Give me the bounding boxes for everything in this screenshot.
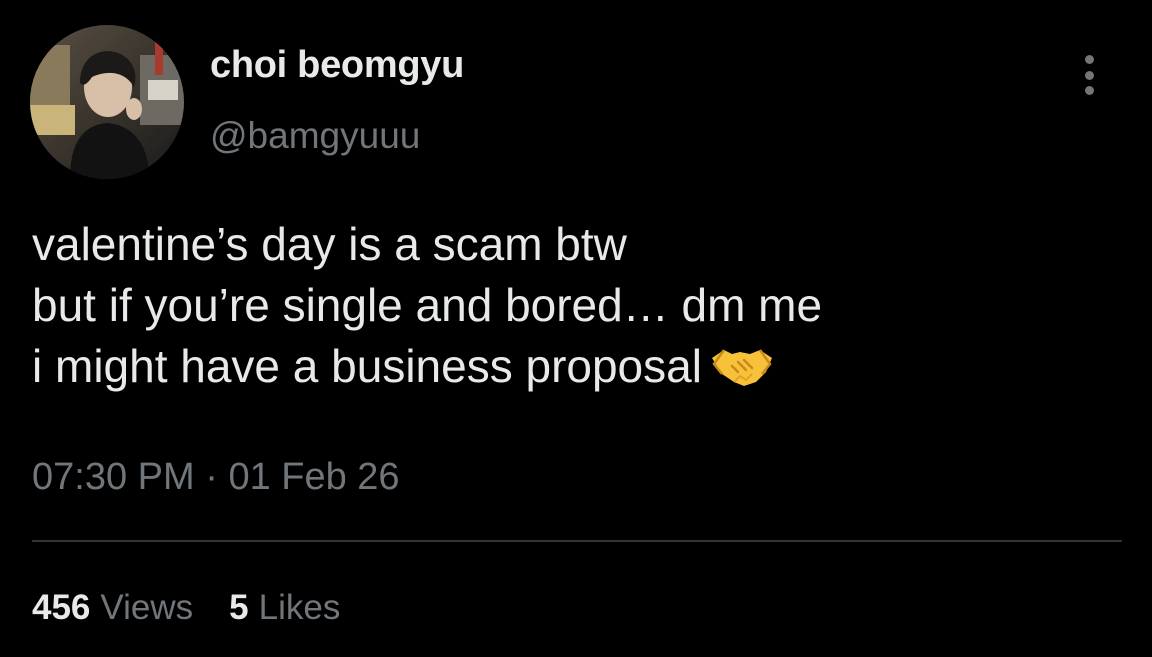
tweet-line: but if you’re single and bored… dm me — [32, 279, 823, 331]
more-vertical-icon-dot — [1084, 86, 1094, 95]
tweet-line: valentine’s day is a scam btw — [32, 218, 627, 270]
tweet-date: 01 Feb 26 — [228, 456, 400, 498]
views-count: 456 — [32, 588, 91, 627]
more-options-button[interactable] — [1072, 55, 1106, 95]
avatar[interactable] — [30, 25, 184, 179]
user-handle[interactable]: @bamgyuuu — [210, 115, 420, 157]
tweet-detail: choi beomgyu @bamgyuuu valentine’s day i… — [0, 0, 1152, 657]
handshake-icon — [711, 349, 772, 386]
more-vertical-icon-dot — [1084, 70, 1094, 80]
tweet-line-with-emoji: i might have a business proposal — [32, 336, 822, 397]
tweet-line: i might have a business proposal — [32, 340, 702, 392]
divider — [32, 540, 1122, 542]
tweet-text: valentine’s day is a scam btw but if you… — [32, 214, 822, 397]
profile-photo — [30, 25, 184, 179]
tweet-time: 07:30 PM — [32, 456, 195, 498]
tweet-stats: 456 Views 5 Likes — [32, 588, 340, 628]
likes-count: 5 — [229, 588, 249, 627]
views-label: Views — [100, 588, 194, 627]
more-vertical-icon — [1084, 55, 1094, 64]
views-stat[interactable]: 456 Views — [32, 588, 193, 628]
tweet-timestamp[interactable]: 07:30 PM · 01 Feb 26 — [32, 456, 400, 499]
likes-stat[interactable]: 5 Likes — [229, 588, 340, 628]
display-name[interactable]: choi beomgyu — [210, 44, 464, 87]
likes-label: Likes — [258, 588, 341, 627]
timestamp-separator: · — [205, 456, 218, 498]
